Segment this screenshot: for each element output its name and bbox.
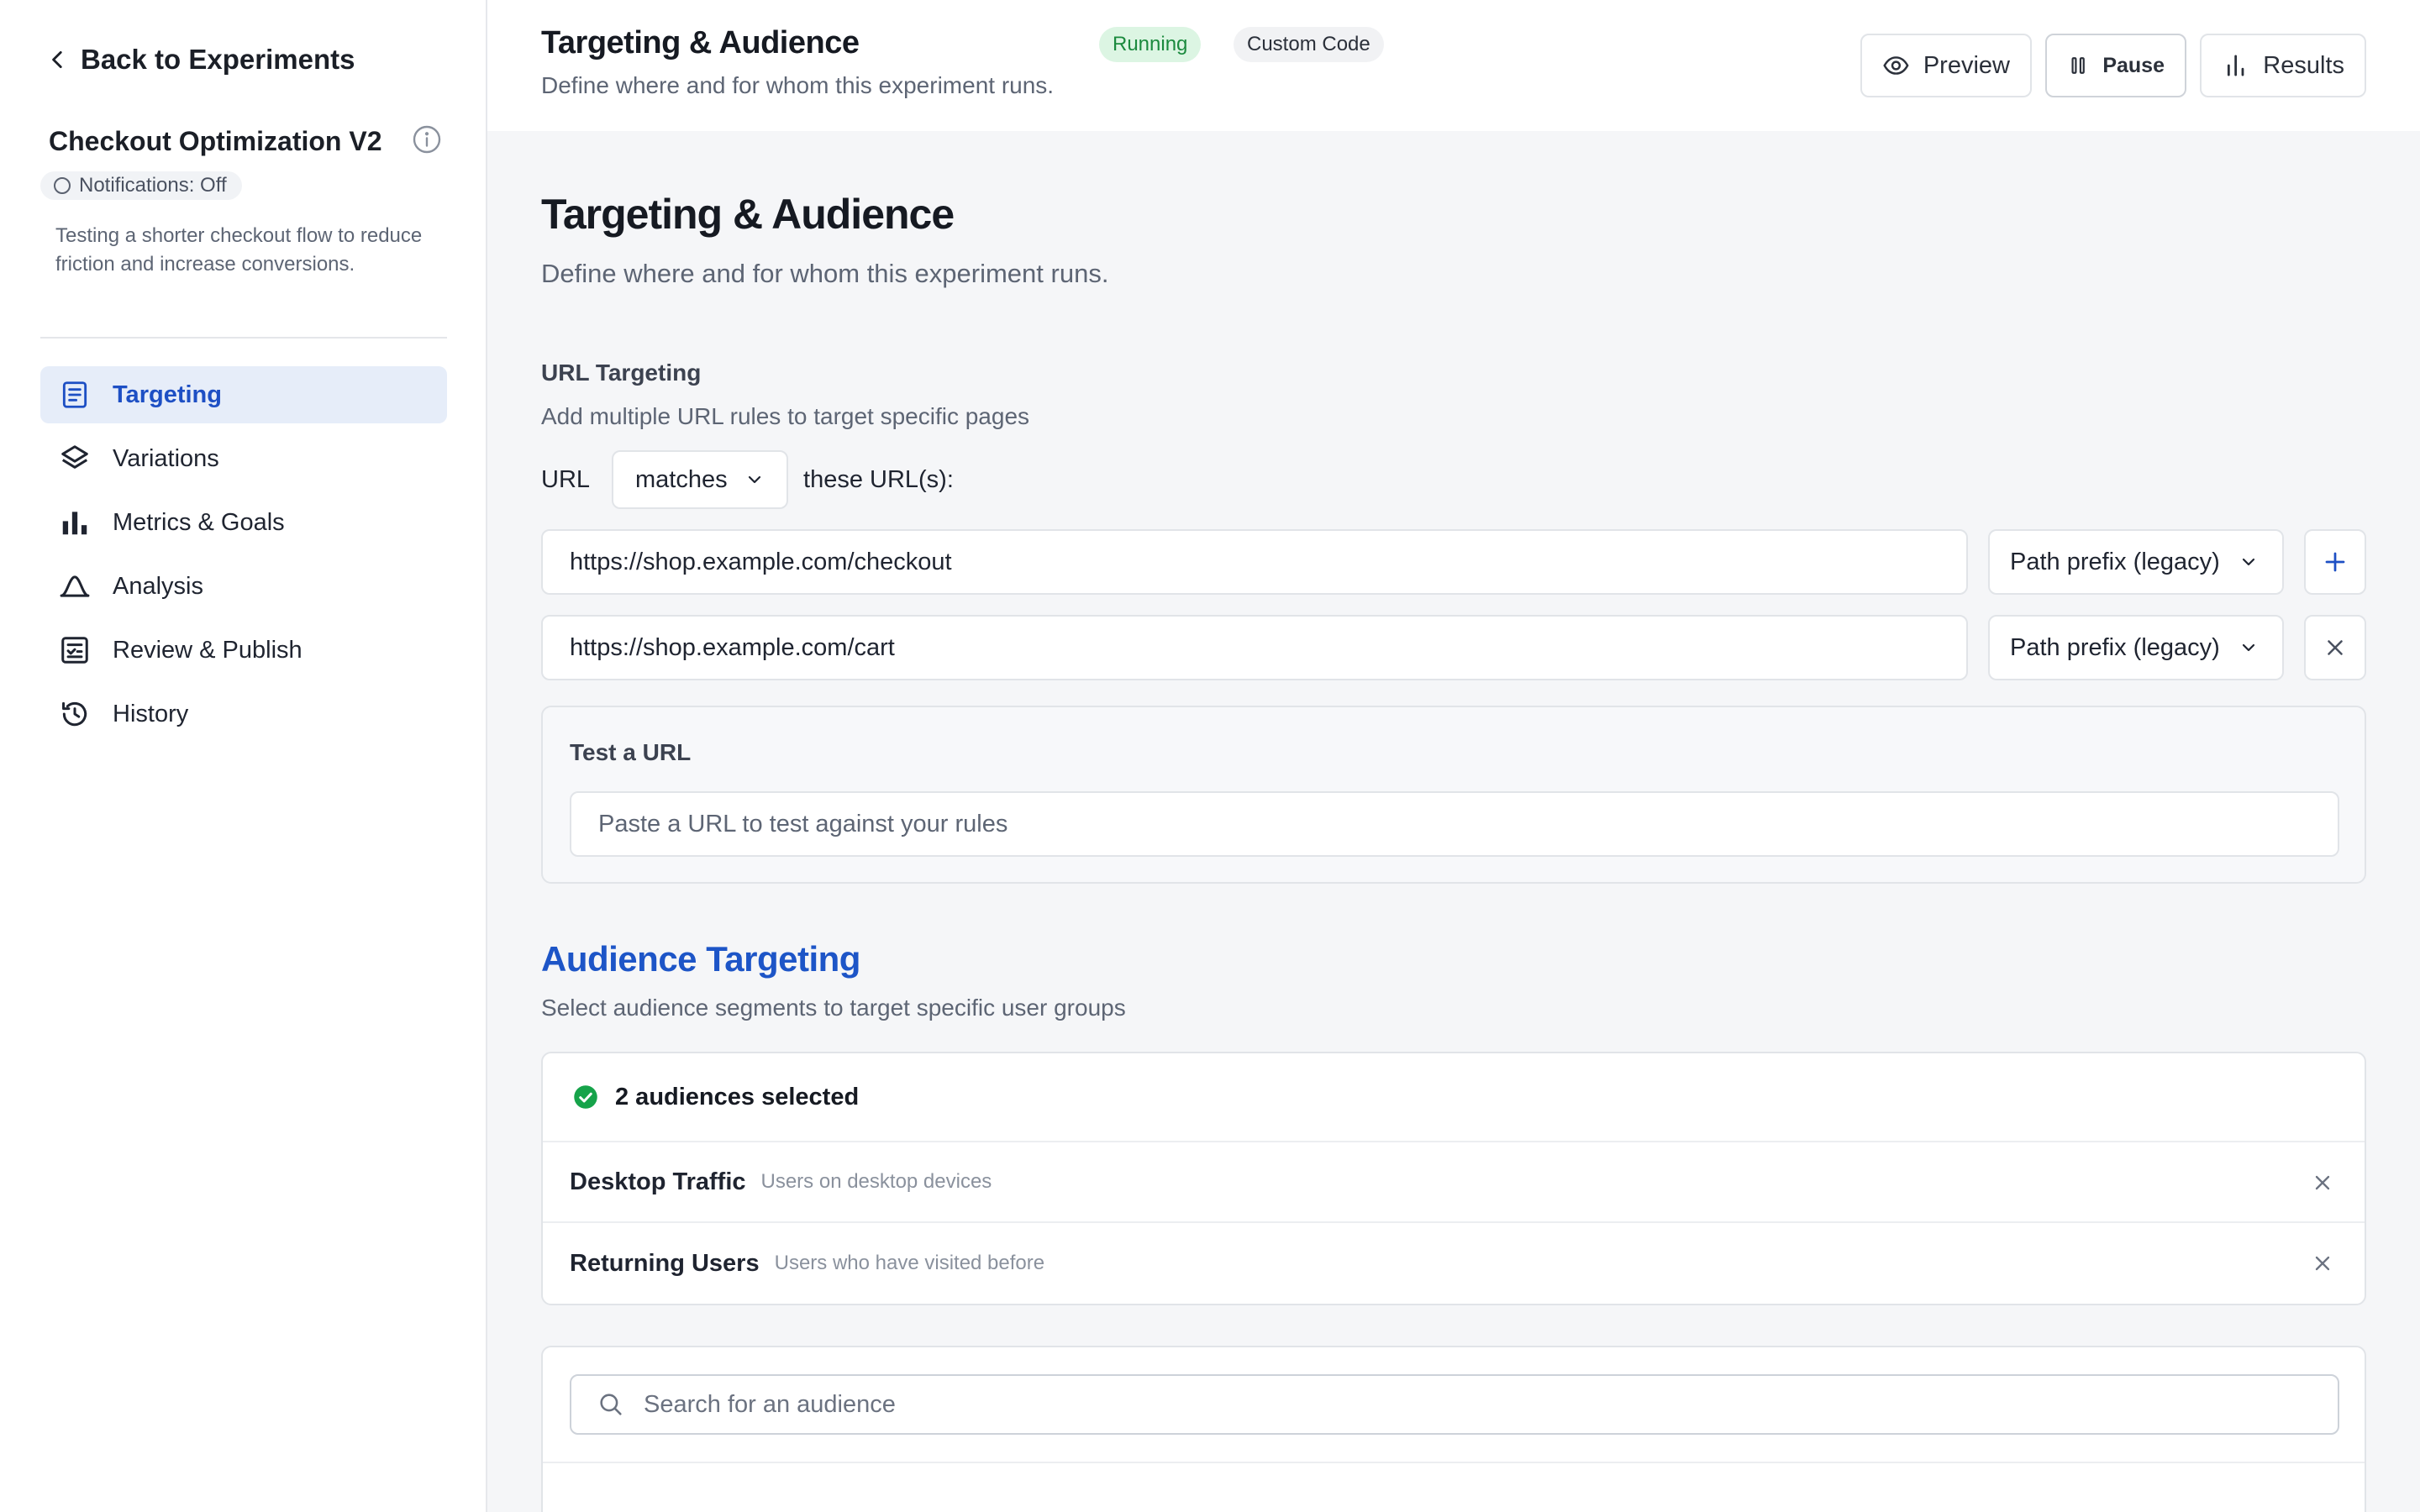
experiment-title: Checkout Optimization V2 [49, 126, 382, 156]
selected-audiences-summary: 2 audiences selected [615, 1083, 860, 1110]
match-mode-select[interactable]: matches [612, 450, 789, 509]
pause-button[interactable]: Pause [2045, 34, 2186, 97]
audience-targeting-subtitle: Select audience segments to target speci… [541, 995, 1126, 1021]
url-rule-type-select[interactable]: Path prefix (legacy) [1988, 529, 2284, 595]
url-rule-type-value: Path prefix (legacy) [2010, 633, 2220, 661]
url-rule-row: https://shop.example.com/cart Path prefi… [541, 615, 2366, 680]
status-dot-icon [54, 177, 71, 194]
sidebar-item-analysis[interactable]: Analysis [40, 558, 447, 615]
layers-icon [61, 445, 88, 469]
bar-chart-icon [62, 512, 87, 535]
test-url-input[interactable]: Paste a URL to test against your rules [570, 791, 2339, 857]
add-rule-button[interactable] [2304, 529, 2366, 595]
sidebar-item-label: Review & Publish [113, 636, 302, 664]
url-match-row: URL matches these URL(s): [541, 450, 2366, 509]
selected-audiences-header: 2 audiences selected [543, 1053, 2365, 1142]
info-icon[interactable] [412, 124, 442, 155]
check-circle-icon [574, 1085, 597, 1109]
chevron-down-icon [2242, 643, 2254, 652]
bar-chart-icon [2227, 55, 2244, 76]
sidebar-item-label: Variations [113, 444, 219, 472]
sidebar-nav: Targeting Variations Metrics & Goals Ana… [40, 366, 447, 749]
url-prefix-label: URL [541, 465, 591, 493]
sidebar-item-targeting[interactable]: Targeting [40, 366, 447, 423]
selected-audiences-card: 2 audiences selected Desktop Traffic Use… [541, 1052, 2366, 1305]
notifications-status[interactable]: Notifications: Off [40, 171, 242, 200]
sidebar-item-label: Analysis [113, 572, 203, 600]
sidebar-item-label: Metrics & Goals [113, 508, 285, 536]
url-rule-input[interactable]: https://shop.example.com/cart [541, 615, 1968, 680]
preview-label: Preview [1923, 51, 2010, 79]
document-icon [62, 381, 87, 408]
results-button[interactable]: Results [2200, 34, 2366, 97]
match-mode-value: matches [635, 465, 728, 493]
chevron-left-icon [52, 50, 62, 69]
audience-description: Users on desktop devices [760, 1170, 992, 1193]
sidebar-divider [40, 337, 447, 339]
url-rule-input[interactable]: https://shop.example.com/checkout [541, 529, 1968, 595]
test-url-label: Test a URL [570, 739, 692, 765]
pause-label: Pause [2102, 53, 2165, 77]
url-rule-type-select[interactable]: Path prefix (legacy) [1988, 615, 2284, 680]
audience-search-placeholder: Search for an audience [644, 1390, 896, 1418]
audience-search-card: Search for an audience [541, 1346, 2366, 1512]
remove-audience-icon[interactable] [2311, 1171, 2334, 1194]
audience-name: Returning Users [570, 1249, 760, 1277]
header-subtitle: Define where and for whom this experimen… [541, 72, 1055, 98]
search-divider [543, 1462, 2365, 1463]
experiment-description: Testing a shorter checkout flow to reduc… [55, 224, 423, 276]
remove-rule-button[interactable] [2304, 615, 2366, 680]
page-title: Targeting & Audience [541, 191, 955, 238]
test-url-card: Test a URL Paste a URL to test against y… [541, 706, 2366, 884]
sidebar-item-history[interactable]: History [40, 685, 447, 743]
header-title: Targeting & Audience [541, 25, 860, 60]
audience-name: Desktop Traffic [570, 1168, 746, 1195]
audience-description: Users who have visited before [774, 1252, 1045, 1274]
plus-icon [2325, 552, 2345, 572]
history-icon [62, 701, 87, 727]
sidebar-item-label: History [113, 700, 189, 727]
url-targeting-subtitle: Add multiple URL rules to target specifi… [541, 403, 1030, 429]
audience-row: Desktop Traffic Users on desktop devices [543, 1142, 2365, 1223]
notifications-label: Notifications: Off [79, 174, 227, 197]
url-suffix-label: these URL(s): [803, 465, 954, 493]
audience-search-input[interactable]: Search for an audience [570, 1374, 2339, 1435]
sidebar-item-review-publish[interactable]: Review & Publish [40, 622, 447, 679]
remove-audience-icon[interactable] [2311, 1252, 2334, 1275]
checklist-icon [61, 637, 88, 664]
type-badge: Custom Code [1234, 27, 1384, 62]
sidebar: Back to Experiments Checkout Optimizatio… [0, 0, 487, 1512]
audience-targeting-title: Audience Targeting [541, 939, 860, 979]
back-to-experiments-link[interactable]: Back to Experiments [47, 44, 355, 76]
preview-button[interactable]: Preview [1860, 34, 2032, 97]
url-rule-row: https://shop.example.com/checkout Path p… [541, 529, 2366, 595]
bell-curve-icon [60, 575, 90, 597]
chevron-down-icon [748, 475, 760, 484]
back-label: Back to Experiments [81, 44, 355, 75]
results-label: Results [2263, 51, 2344, 79]
main-panel: Targeting & Audience Define where and fo… [487, 0, 2420, 1512]
content: Targeting & Audience Define where and fo… [541, 131, 2366, 1512]
sidebar-item-variations[interactable]: Variations [40, 430, 447, 487]
pause-icon [2071, 57, 2085, 74]
audience-row: Returning Users Users who have visited b… [543, 1223, 2365, 1304]
chevron-down-icon [2242, 558, 2254, 566]
url-targeting-label: URL Targeting [541, 360, 702, 386]
sidebar-item-label: Targeting [113, 381, 222, 408]
sidebar-item-metrics-goals[interactable]: Metrics & Goals [40, 494, 447, 551]
eye-icon [1883, 56, 1909, 75]
page-subtitle: Define where and for whom this experimen… [541, 259, 1109, 288]
top-bar: Targeting & Audience Define where and fo… [487, 0, 2420, 131]
close-icon [2328, 640, 2343, 655]
url-rule-type-value: Path prefix (legacy) [2010, 548, 2220, 575]
search-icon [600, 1394, 622, 1415]
status-badge: Running [1099, 27, 1202, 62]
